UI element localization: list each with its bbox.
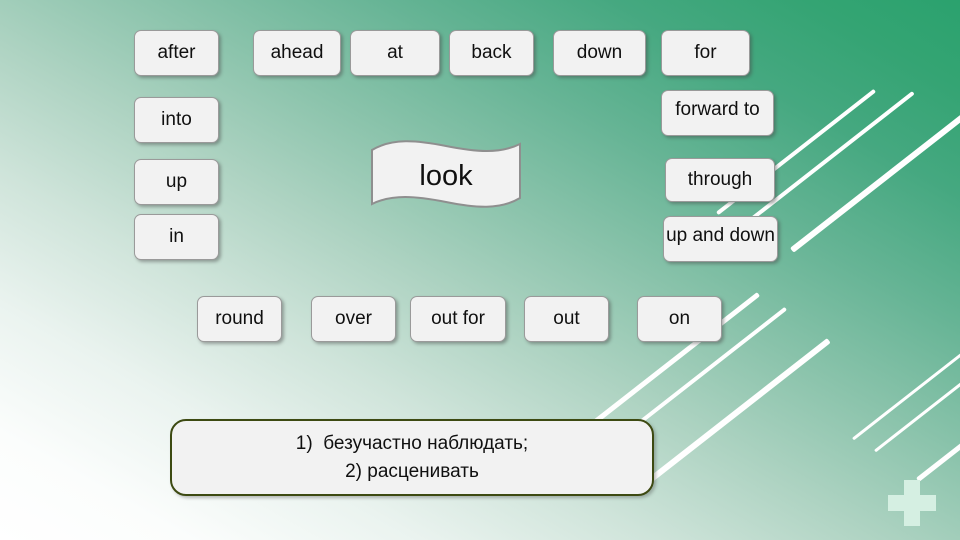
particle-box-up-and-down[interactable]: up and down [663,216,778,262]
particle-box-for[interactable]: for [661,30,750,76]
diagonal-stripe [852,317,960,441]
particle-box-in[interactable]: in [134,214,219,260]
diagonal-stripe [874,323,960,453]
particle-box-into[interactable]: into [134,97,219,143]
particle-box-up[interactable]: up [134,159,219,205]
particle-box-through[interactable]: through [665,158,775,202]
particle-box-at[interactable]: at [350,30,440,76]
caption-line-1: 1) безучастно наблюдать; [295,432,529,454]
particle-box-over[interactable]: over [311,296,396,342]
particle-box-round[interactable]: round [197,296,282,342]
headword-ribbon: look [370,140,522,212]
particle-box-down[interactable]: down [553,30,646,76]
particle-box-forward-to[interactable]: forward to [661,90,774,136]
particle-box-ahead[interactable]: ahead [253,30,341,76]
slide-canvas: after ahead at back down for into up in forward t… [0,0,960,540]
particle-box-on[interactable]: on [637,296,722,342]
diagonal-stripe [790,105,960,253]
caption-line-2: 2) расценивать [345,460,479,482]
particle-box-out-for[interactable]: out for [410,296,506,342]
translation-caption-box: 1) безучастно наблюдать; 2) расценивать [170,419,654,496]
diagonal-stripe [916,349,960,482]
headword-label: look [419,159,473,192]
particle-box-out[interactable]: out [524,296,609,342]
particle-box-after[interactable]: after [134,30,219,76]
diagonal-stripe [630,338,831,497]
particle-box-back[interactable]: back [449,30,534,76]
cross-icon [888,480,936,526]
